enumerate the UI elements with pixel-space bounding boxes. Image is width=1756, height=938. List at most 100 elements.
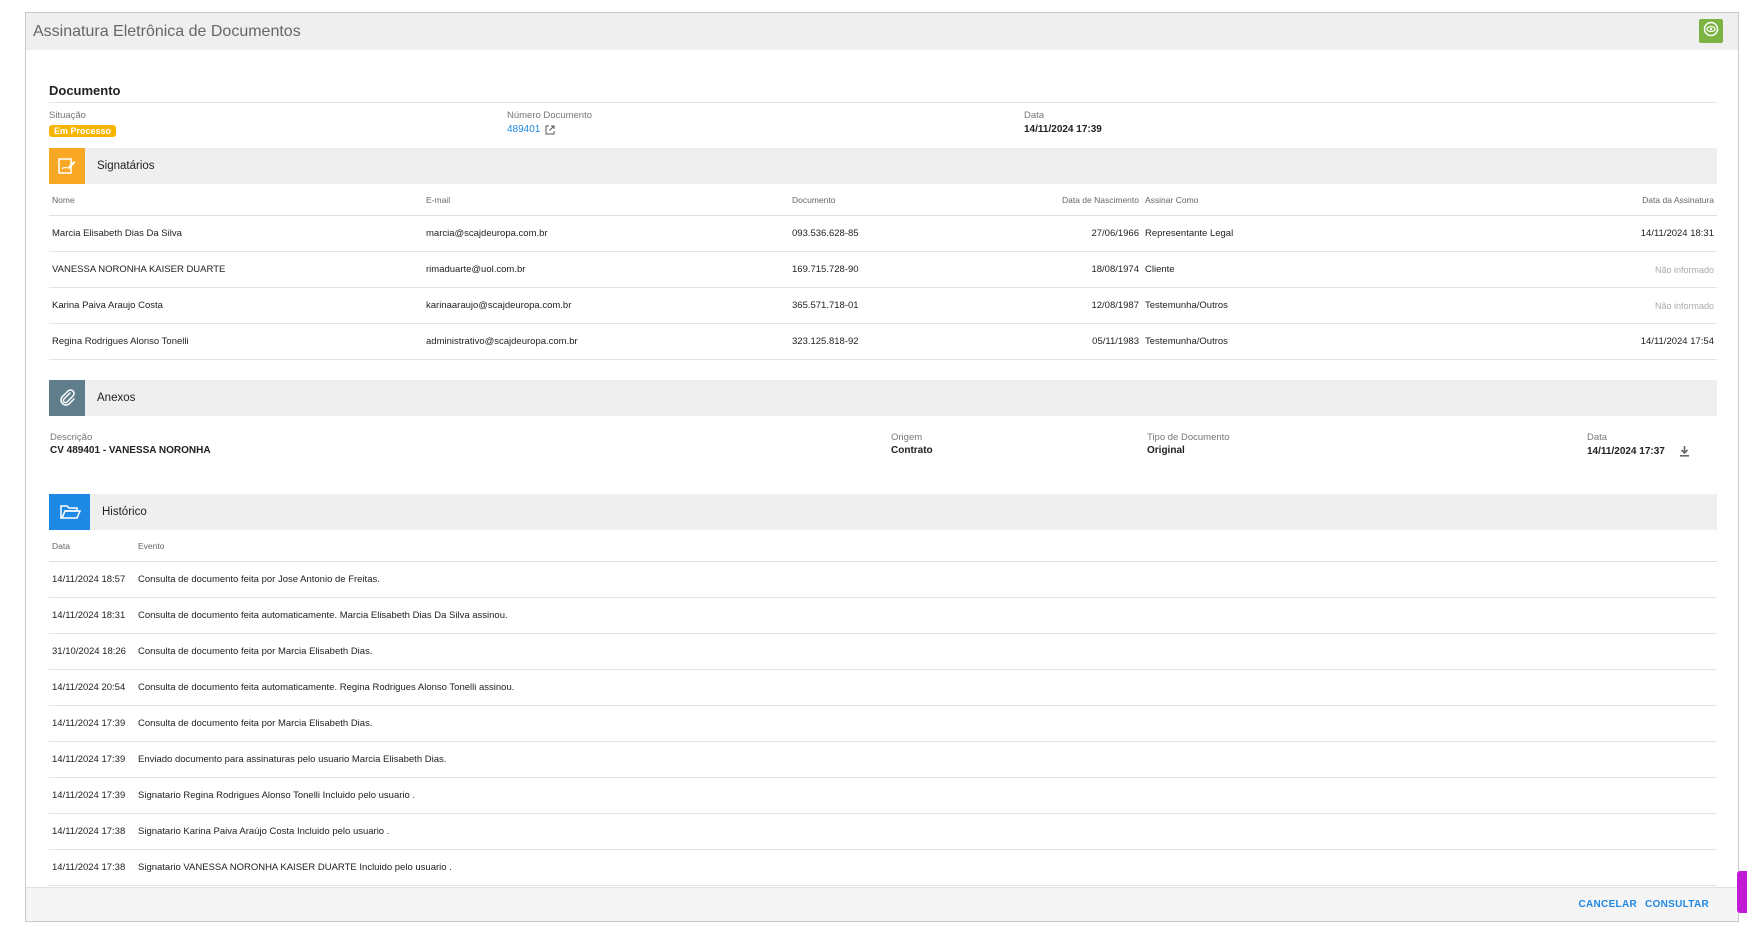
tipo-label: Tipo de Documento	[1147, 432, 1230, 443]
historico-title: Histórico	[102, 506, 147, 518]
signatarios-table: Nome E-mail Documento Data de Nascimento…	[49, 185, 1717, 360]
anexos-title: Anexos	[97, 392, 136, 404]
signer-document: 323.125.818-92	[789, 323, 977, 360]
signer-document: 365.571.718-01	[789, 287, 977, 324]
window-titlebar: Assinatura Eletrônica de Documentos	[26, 13, 1738, 50]
table-header-row: Nome E-mail Documento Data de Nascimento…	[49, 185, 1717, 216]
table-header-row: Data Evento	[49, 531, 1717, 562]
table-row: 14/11/2024 17:39 Signatario Regina Rodrig…	[49, 777, 1717, 814]
col-data: Data	[49, 531, 135, 562]
signer-name-link[interactable]: VANESSA NORONHA KAISER DUARTE	[49, 251, 423, 288]
history-date: 14/11/2024 17:38	[49, 849, 135, 886]
anexo-data-label: Data	[1587, 432, 1608, 443]
history-event: Consulta de documento feita automaticame…	[135, 669, 1717, 706]
history-event: Consulta de documento feita por Marcia E…	[135, 705, 1717, 742]
historico-table: Data Evento 14/11/2024 18:57 Consulta de …	[49, 531, 1717, 886]
signer-birthdate: 05/11/1983	[977, 323, 1142, 360]
col-nascimento: Data de Nascimento	[977, 185, 1142, 216]
anexo-tipo-field: Tipo de Documento Original	[1147, 432, 1230, 456]
anexo-descricao-field: Descrição CV 489401 - VANESSA NORONHA	[50, 432, 211, 456]
history-event: Consulta de documento feita automaticame…	[135, 597, 1717, 634]
view-button[interactable]	[1699, 19, 1723, 43]
table-row: 14/11/2024 17:38 Signatario VANESSA NORON…	[49, 849, 1717, 886]
anexos-section-header: Anexos	[49, 380, 1717, 416]
col-nome: Nome	[49, 185, 423, 216]
signer-name-link[interactable]: Regina Rodrigues Alonso Tonelli	[49, 323, 423, 360]
data-field: Data 14/11/2024 17:39	[1024, 110, 1102, 135]
history-event: Consulta de documento feita por Jose Ant…	[135, 561, 1717, 598]
history-date: 14/11/2024 17:39	[49, 777, 135, 814]
signature-icon	[49, 148, 85, 184]
table-row: 14/11/2024 18:57 Consulta de documento fe…	[49, 561, 1717, 598]
table-row: 14/11/2024 17:39 Consulta de documento fe…	[49, 705, 1717, 742]
consult-button[interactable]: CONSULTAR	[1645, 899, 1709, 910]
external-link-icon[interactable]	[545, 125, 555, 135]
origem-label: Origem	[891, 432, 923, 443]
signer-role: Testemunha/Outros	[1142, 323, 1362, 360]
descricao-value: CV 489401 - VANESSA NORONHA	[50, 445, 211, 456]
history-event: Signatario Karina Paiva Araújo Costa Inc…	[135, 813, 1717, 850]
table-row: 14/11/2024 18:31 Consulta de documento fe…	[49, 597, 1717, 634]
signatarios-title: Signatários	[97, 160, 155, 172]
data-value: 14/11/2024 17:39	[1024, 124, 1102, 135]
anexo-data-field: Data 14/11/2024 17:37	[1587, 432, 1690, 457]
download-icon[interactable]	[1679, 445, 1690, 457]
situacao-label: Situação	[49, 110, 86, 121]
table-row: 31/10/2024 18:26 Consulta de documento fe…	[49, 633, 1717, 670]
situacao-field: Situação Em Processo	[49, 110, 117, 139]
historico-section-header: Histórico	[49, 494, 1717, 530]
divider	[49, 102, 1717, 103]
document-number-link[interactable]: 489401	[507, 124, 540, 135]
descricao-label: Descrição	[50, 432, 93, 443]
paperclip-icon	[49, 380, 85, 416]
col-email: E-mail	[423, 185, 789, 216]
signer-signed-date: Não informado	[1362, 287, 1717, 324]
data-label: Data	[1024, 110, 1045, 121]
history-date: 14/11/2024 17:39	[49, 741, 135, 778]
col-evento: Evento	[135, 531, 1717, 562]
eye-icon	[1703, 21, 1719, 42]
anexo-data-value: 14/11/2024 17:37	[1587, 445, 1665, 457]
col-data-assinatura: Data da Assinatura	[1362, 185, 1717, 216]
table-row: 14/11/2024 20:54 Consulta de documento fe…	[49, 669, 1717, 706]
signer-birthdate: 12/08/1987	[977, 287, 1142, 324]
history-date: 14/11/2024 17:39	[49, 705, 135, 742]
history-event: Enviado documento para assinaturas pelo …	[135, 741, 1717, 778]
history-event: Signatario VANESSA NORONHA KAISER DUARTE…	[135, 849, 1717, 886]
main-content: Documento Situação Em Processo Número Do…	[49, 50, 1717, 890]
history-event: Signatario Regina Rodrigues Alonso Tonel…	[135, 777, 1717, 814]
history-date: 14/11/2024 20:54	[49, 669, 135, 706]
signer-signed-date: 14/11/2024 18:31	[1362, 215, 1717, 252]
signer-document: 169.715.728-90	[789, 251, 977, 288]
numero-field: Número Documento 489401	[507, 110, 592, 135]
signer-name-link[interactable]: Marcia Elisabeth Dias Da Silva	[49, 215, 423, 252]
table-row: Marcia Elisabeth Dias Da Silva marcia@sc…	[49, 215, 1717, 252]
history-date: 31/10/2024 18:26	[49, 633, 135, 670]
numero-label: Número Documento	[507, 110, 593, 121]
window-title: Assinatura Eletrônica de Documentos	[33, 22, 301, 40]
signer-birthdate: 18/08/1974	[977, 251, 1142, 288]
history-event: Consulta de documento feita por Marcia E…	[135, 633, 1717, 670]
signature-window: Assinatura Eletrônica de Documentos Docu…	[25, 12, 1739, 922]
folder-open-icon	[49, 494, 90, 530]
table-row: VANESSA NORONHA KAISER DUARTE rimaduarte…	[49, 251, 1717, 288]
history-date: 14/11/2024 18:57	[49, 561, 135, 598]
origem-value: Contrato	[891, 445, 933, 456]
side-tab-handle[interactable]	[1737, 871, 1747, 913]
signer-birthdate: 27/06/1966	[977, 215, 1142, 252]
signer-signed-date: Não informado	[1362, 251, 1717, 288]
anexo-origem-field: Origem Contrato	[891, 432, 933, 456]
table-row: Regina Rodrigues Alonso Tonelli administ…	[49, 323, 1717, 360]
signer-role: Cliente	[1142, 251, 1362, 288]
signer-document: 093.536.628-85	[789, 215, 977, 252]
dialog-footer: CANCELAR CONSULTAR	[26, 887, 1738, 921]
signer-role: Testemunha/Outros	[1142, 287, 1362, 324]
signer-email: rimaduarte@uol.com.br	[423, 251, 789, 288]
signer-email: administrativo@scajdeuropa.com.br	[423, 323, 789, 360]
document-heading: Documento	[49, 83, 121, 98]
signer-name-link[interactable]: Karina Paiva Araujo Costa	[49, 287, 423, 324]
table-row: 14/11/2024 17:39 Enviado documento para a…	[49, 741, 1717, 778]
status-badge: Em Processo	[49, 125, 117, 137]
cancel-button[interactable]: CANCELAR	[1578, 899, 1637, 910]
signer-email: karinaaraujo@scajdeuropa.com.br	[423, 287, 789, 324]
